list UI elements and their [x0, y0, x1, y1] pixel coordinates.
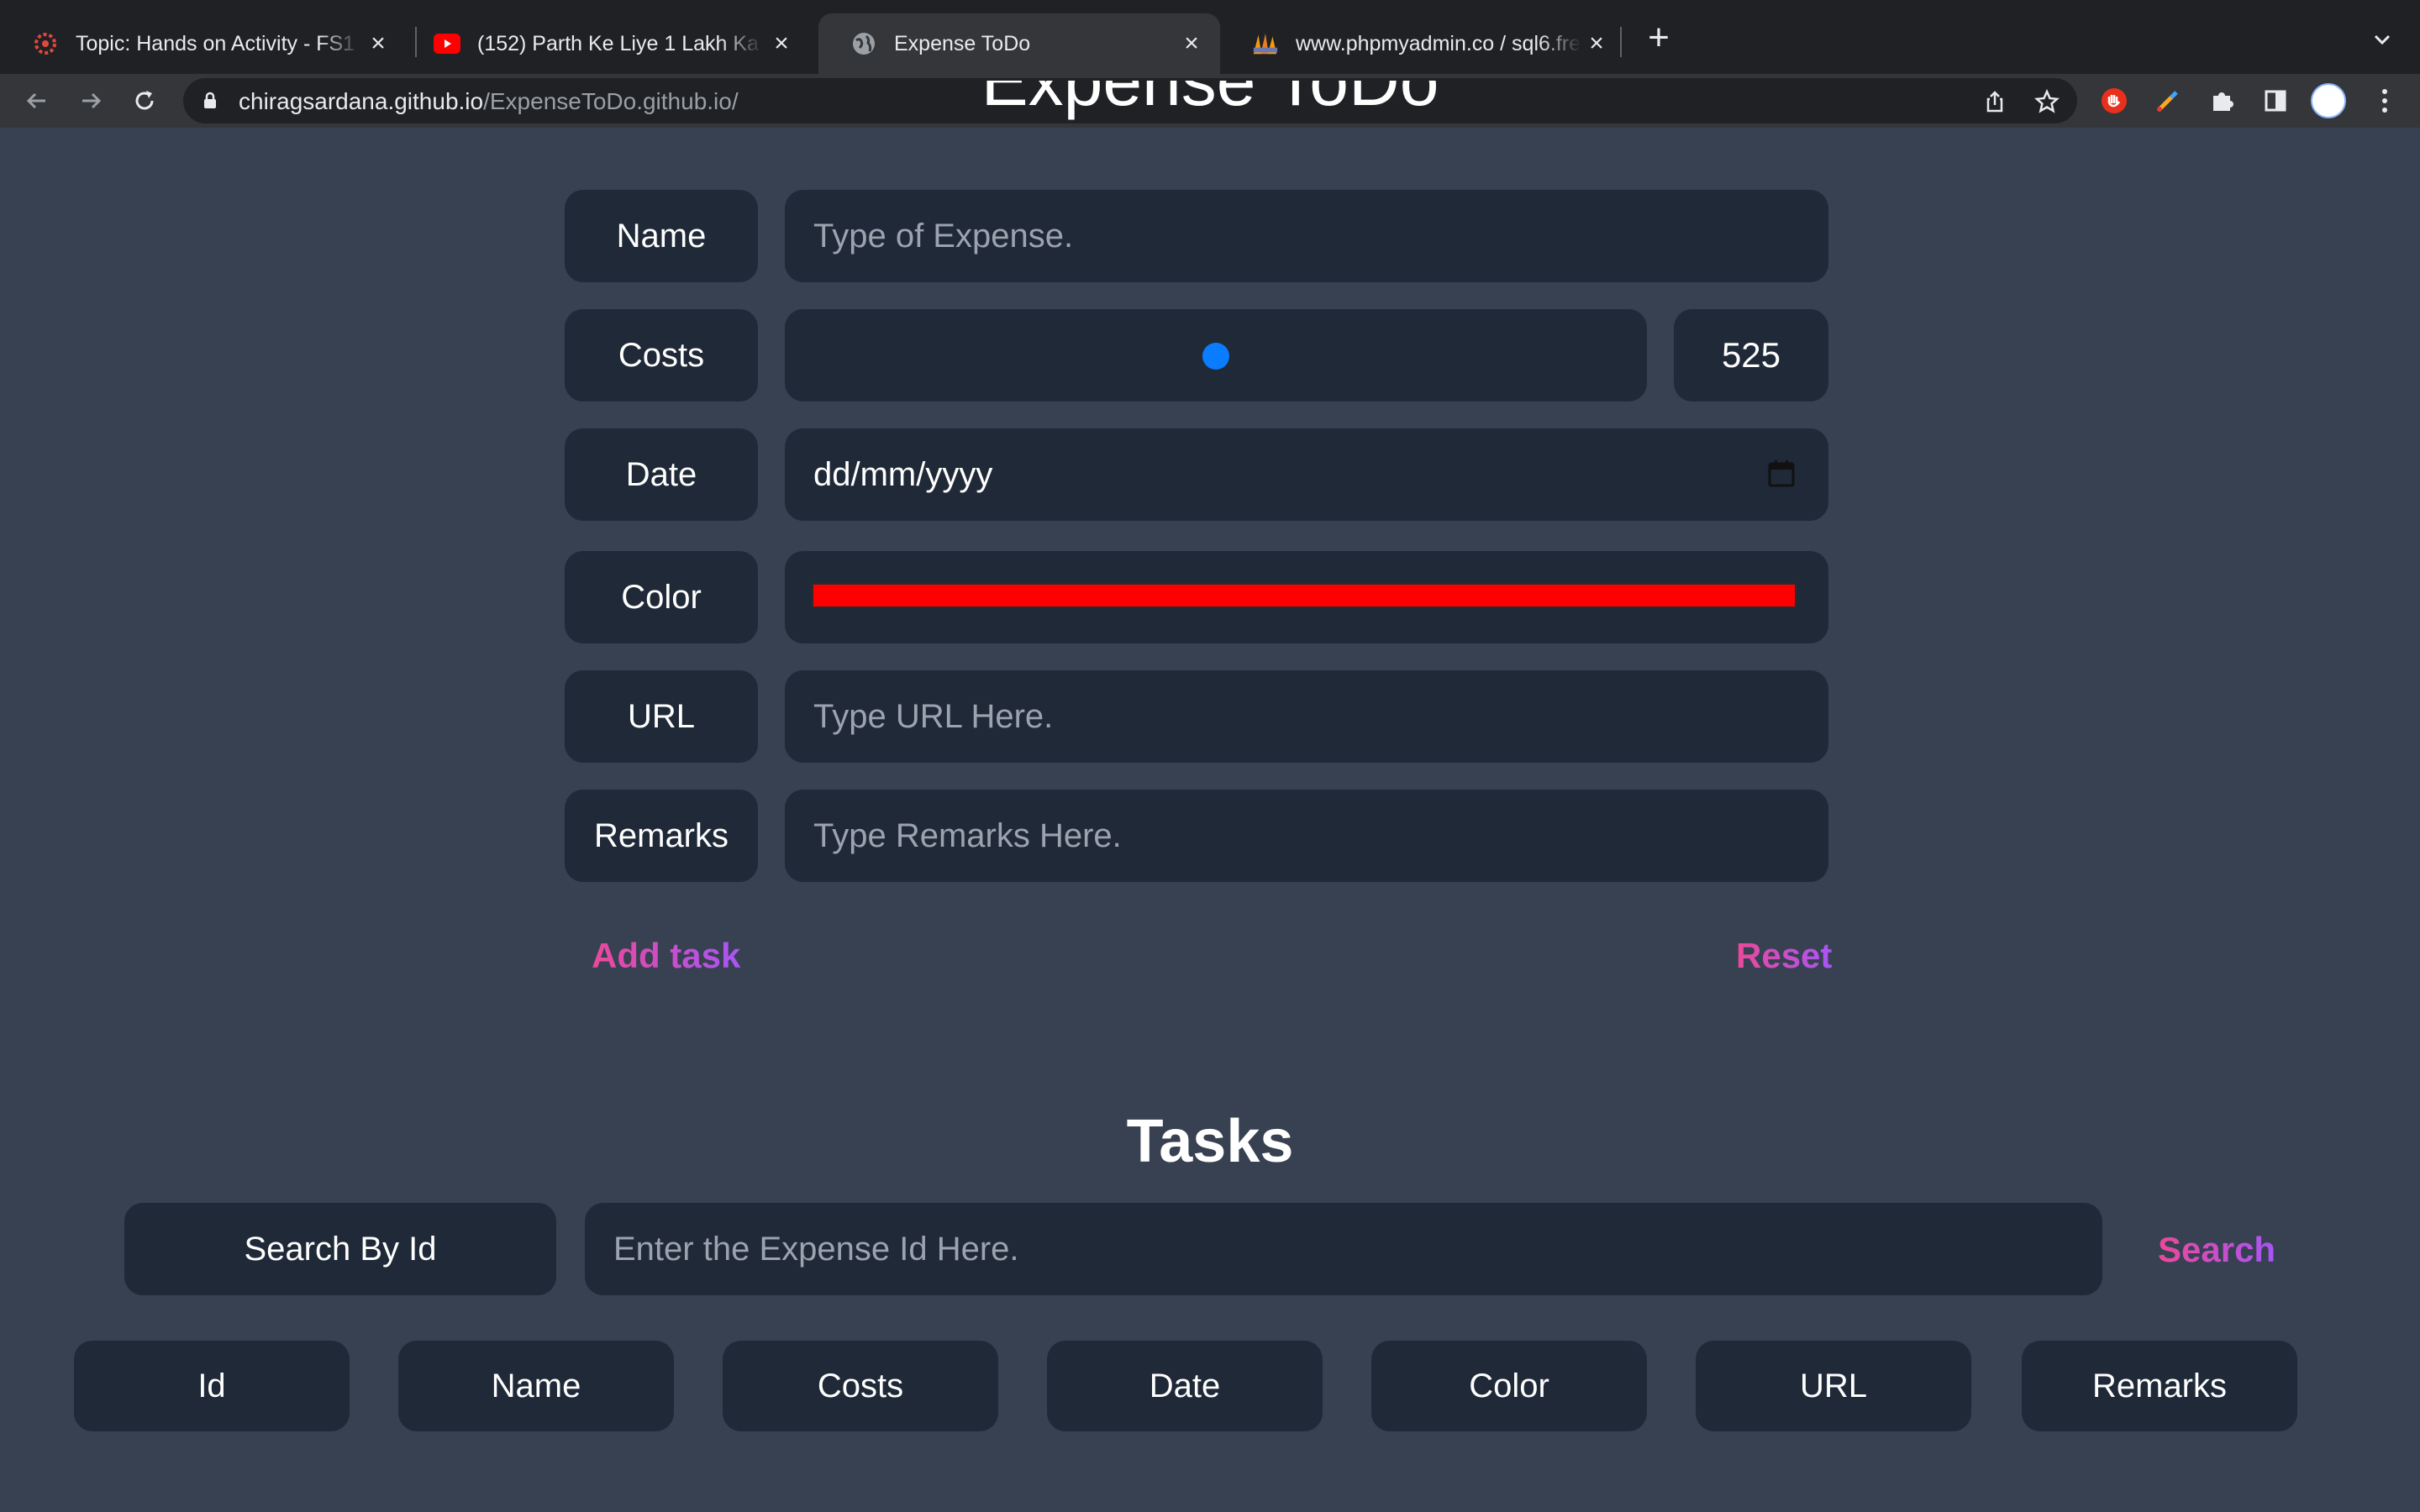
browser-tab-strip: Topic: Hands on Activity - FS1 × (152) P… — [0, 0, 2420, 74]
costs-value: 525 — [1674, 309, 1828, 402]
close-tab-icon[interactable]: × — [1585, 31, 1608, 56]
expense-id-search-input[interactable]: Enter the Expense Id Here. — [585, 1203, 2102, 1295]
page-title: Expense ToDo — [981, 81, 1439, 120]
youtube-icon — [434, 30, 460, 57]
column-header-url: URL — [1696, 1341, 1971, 1431]
browser-tab-canvas[interactable]: Topic: Hands on Activity - FS1 × — [0, 13, 407, 74]
globe-icon — [850, 30, 877, 57]
remarks-label: Remarks — [565, 790, 758, 882]
tab-title: (152) Parth Ke Liye 1 Lakh Ka S — [477, 31, 763, 55]
slider-thumb[interactable] — [1202, 343, 1229, 370]
tab-title: www.phpmyadmin.co / sql6.fre — [1296, 31, 1581, 55]
date-placeholder: dd/mm/yyyy — [813, 455, 993, 493]
column-header-date: Date — [1047, 1341, 1323, 1431]
browser-tab-youtube[interactable]: (152) Parth Ke Liye 1 Lakh Ka S × — [402, 13, 810, 74]
search-by-id-label: Search By Id — [124, 1203, 556, 1295]
column-header-remarks: Remarks — [2022, 1341, 2297, 1431]
url-input[interactable]: Type URL Here. — [785, 670, 1828, 763]
close-tab-icon[interactable]: × — [770, 31, 793, 56]
reset-button[interactable]: Reset — [1736, 936, 1832, 976]
tab-title: Topic: Hands on Activity - FS1 — [76, 31, 355, 55]
browser-tab-phpmyadmin[interactable]: www.phpmyadmin.co / sql6.fre × — [1220, 13, 1625, 74]
column-header-id: Id — [74, 1341, 350, 1431]
column-header-name: Name — [398, 1341, 674, 1431]
date-label: Date — [565, 428, 758, 521]
add-task-button[interactable]: Add task — [592, 936, 740, 976]
close-tab-icon[interactable]: × — [1180, 31, 1203, 56]
name-label: Name — [565, 190, 758, 282]
color-swatch[interactable] — [812, 583, 1797, 608]
close-tab-icon[interactable]: × — [366, 31, 390, 56]
date-input[interactable]: dd/mm/yyyy — [785, 428, 1828, 521]
color-input[interactable] — [785, 551, 1828, 643]
tab-search-chevron-icon[interactable] — [2370, 27, 2395, 52]
tab-title: Expense ToDo — [894, 31, 1031, 55]
browser-tab-expense-todo[interactable]: Expense ToDo × — [818, 13, 1220, 74]
calendar-icon[interactable] — [1766, 459, 1797, 489]
new-tab-button[interactable]: + — [1644, 19, 1674, 56]
costs-slider[interactable] — [785, 309, 1647, 402]
column-header-costs: Costs — [723, 1341, 998, 1431]
tab-divider — [1620, 27, 1622, 57]
costs-label: Costs — [565, 309, 758, 402]
color-label: Color — [565, 551, 758, 643]
url-label: URL — [565, 670, 758, 763]
search-button[interactable]: Search — [2158, 1230, 2275, 1270]
tasks-heading: Tasks — [1126, 1108, 1294, 1175]
phpmyadmin-icon — [1252, 30, 1279, 57]
name-input[interactable]: Type of Expense. — [785, 190, 1828, 282]
remarks-input[interactable]: Type Remarks Here. — [785, 790, 1828, 882]
column-header-color: Color — [1371, 1341, 1647, 1431]
canvas-lms-icon — [32, 30, 59, 57]
